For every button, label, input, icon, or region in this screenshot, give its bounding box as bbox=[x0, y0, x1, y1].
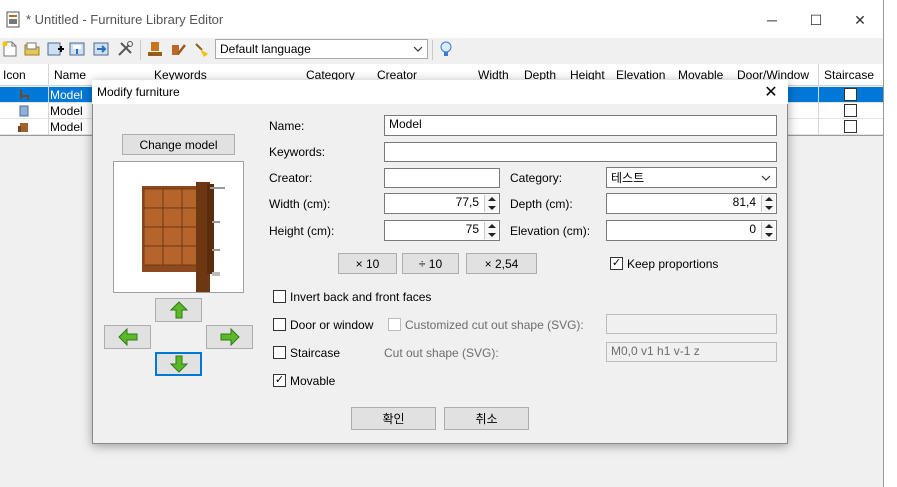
arrow-left-icon bbox=[117, 328, 137, 346]
width-label: Width (cm): bbox=[269, 197, 331, 211]
maximize-button[interactable]: ☐ bbox=[794, 8, 838, 32]
column-header-icon[interactable]: Icon bbox=[3, 68, 26, 82]
movable-checkbox[interactable]: ✓ bbox=[273, 374, 286, 387]
name-label: Name: bbox=[269, 119, 305, 133]
cancel-button[interactable]: 취소 bbox=[444, 407, 529, 430]
height-value: 75 bbox=[465, 222, 479, 236]
modify-icon[interactable] bbox=[169, 40, 187, 58]
row-name: Model bbox=[50, 88, 83, 102]
staircase-checkbox bbox=[844, 104, 857, 117]
movable-label: Movable bbox=[290, 374, 336, 388]
rotate-left-button[interactable] bbox=[104, 325, 151, 349]
chair-icon bbox=[20, 90, 29, 100]
open-folder-icon[interactable] bbox=[23, 40, 41, 58]
staircase-label: Staircase bbox=[290, 346, 341, 360]
row-name: Model bbox=[50, 120, 83, 134]
customized-cut-out-field bbox=[606, 314, 777, 334]
arrow-up-icon bbox=[169, 301, 188, 319]
cabinet-icon bbox=[19, 105, 29, 117]
tools-icon[interactable] bbox=[116, 40, 134, 58]
rotate-up-button[interactable] bbox=[155, 298, 202, 322]
category-select[interactable]: 테스트 bbox=[606, 167, 777, 188]
window-title: * Untitled - Furniture Library Editor bbox=[26, 12, 224, 27]
width-spinner[interactable]: 77,5 bbox=[384, 193, 500, 214]
keywords-label: Keywords: bbox=[269, 145, 326, 159]
arrow-down-icon bbox=[169, 355, 188, 373]
dialog-title-bar bbox=[92, 80, 788, 104]
dialog-title: Modify furniture bbox=[97, 85, 180, 99]
cut-out-shape-field: M0,0 v1 h1 v-1 z bbox=[606, 342, 777, 362]
keywords-field[interactable] bbox=[384, 142, 777, 162]
close-window-button[interactable]: ✕ bbox=[838, 8, 882, 32]
minimize-button[interactable]: ─ bbox=[750, 8, 794, 32]
furniture-preview-icon bbox=[142, 182, 225, 294]
category-value: 테스트 bbox=[611, 171, 645, 185]
column-header-staircase[interactable]: Staircase bbox=[824, 68, 874, 82]
elevation-value: 0 bbox=[749, 222, 756, 236]
depth-stepper[interactable] bbox=[761, 195, 775, 212]
clean-icon[interactable] bbox=[192, 40, 210, 58]
add-furniture-icon[interactable] bbox=[46, 40, 64, 58]
import-icon[interactable] bbox=[68, 40, 86, 58]
height-stepper[interactable] bbox=[484, 222, 498, 239]
multiply-10-button[interactable]: × 10 bbox=[338, 253, 397, 274]
staircase-checkbox bbox=[844, 88, 857, 101]
divide-10-button[interactable]: ÷ 10 bbox=[402, 253, 459, 274]
door-or-window-checkbox[interactable] bbox=[273, 318, 286, 331]
armchair-icon bbox=[18, 123, 28, 132]
change-model-button[interactable]: Change model bbox=[122, 134, 235, 155]
depth-label: Depth (cm): bbox=[510, 197, 573, 211]
chevron-down-icon bbox=[761, 175, 771, 181]
door-or-window-label: Door or window bbox=[290, 318, 374, 332]
elevation-stepper[interactable] bbox=[761, 222, 775, 239]
elevation-spinner[interactable]: 0 bbox=[606, 220, 777, 241]
customized-cut-out-checkbox bbox=[388, 318, 401, 331]
column-separator bbox=[818, 64, 819, 135]
column-header-name[interactable]: Name bbox=[54, 68, 86, 82]
dialog-close-button[interactable]: ✕ bbox=[760, 82, 782, 102]
staircase-checkbox bbox=[844, 120, 857, 133]
staircase-dialog-checkbox[interactable] bbox=[273, 346, 286, 359]
toolbar-separator bbox=[140, 40, 141, 60]
rotate-down-button[interactable] bbox=[155, 352, 202, 376]
elevation-label: Elevation (cm): bbox=[510, 224, 591, 238]
depth-spinner[interactable]: 81,4 bbox=[606, 193, 777, 214]
width-stepper[interactable] bbox=[484, 195, 498, 212]
language-select-value: Default language bbox=[220, 42, 311, 56]
cut-out-shape-label: Cut out shape (SVG): bbox=[384, 346, 499, 360]
creator-field[interactable] bbox=[384, 168, 500, 188]
keep-proportions-checkbox[interactable]: ✓ bbox=[610, 257, 623, 270]
arrow-right-icon bbox=[220, 328, 240, 346]
import-model-icon[interactable] bbox=[146, 40, 164, 58]
creator-label: Creator: bbox=[269, 171, 313, 185]
invert-faces-checkbox[interactable] bbox=[273, 290, 286, 303]
invert-faces-label: Invert back and front faces bbox=[290, 290, 432, 304]
new-file-icon[interactable] bbox=[1, 40, 19, 58]
multiply-2-54-button[interactable]: × 2,54 bbox=[466, 253, 537, 274]
export-icon[interactable] bbox=[92, 40, 110, 58]
ok-button[interactable]: 확인 bbox=[351, 407, 436, 430]
row-name: Model bbox=[50, 104, 83, 118]
name-field[interactable]: Model bbox=[384, 115, 777, 136]
height-label: Height (cm): bbox=[269, 224, 335, 238]
model-preview bbox=[113, 161, 244, 294]
column-separator bbox=[48, 64, 49, 135]
chevron-down-icon bbox=[413, 46, 423, 52]
depth-value: 81,4 bbox=[732, 195, 756, 209]
toolbar-separator bbox=[432, 40, 433, 60]
customized-cut-out-label: Customized cut out shape (SVG): bbox=[405, 318, 584, 332]
height-spinner[interactable]: 75 bbox=[384, 220, 500, 241]
help-bulb-icon[interactable] bbox=[437, 40, 455, 58]
category-label: Category: bbox=[510, 171, 563, 185]
keep-proportions-label: Keep proportions bbox=[627, 257, 719, 271]
width-value: 77,5 bbox=[455, 195, 479, 209]
check-mark-icon: ✓ bbox=[274, 374, 285, 386]
language-select[interactable]: Default language bbox=[215, 39, 428, 59]
app-icon bbox=[6, 11, 20, 28]
rotate-right-button[interactable] bbox=[206, 325, 253, 349]
check-mark-icon: ✓ bbox=[611, 257, 622, 269]
desktop-background bbox=[884, 0, 897, 487]
